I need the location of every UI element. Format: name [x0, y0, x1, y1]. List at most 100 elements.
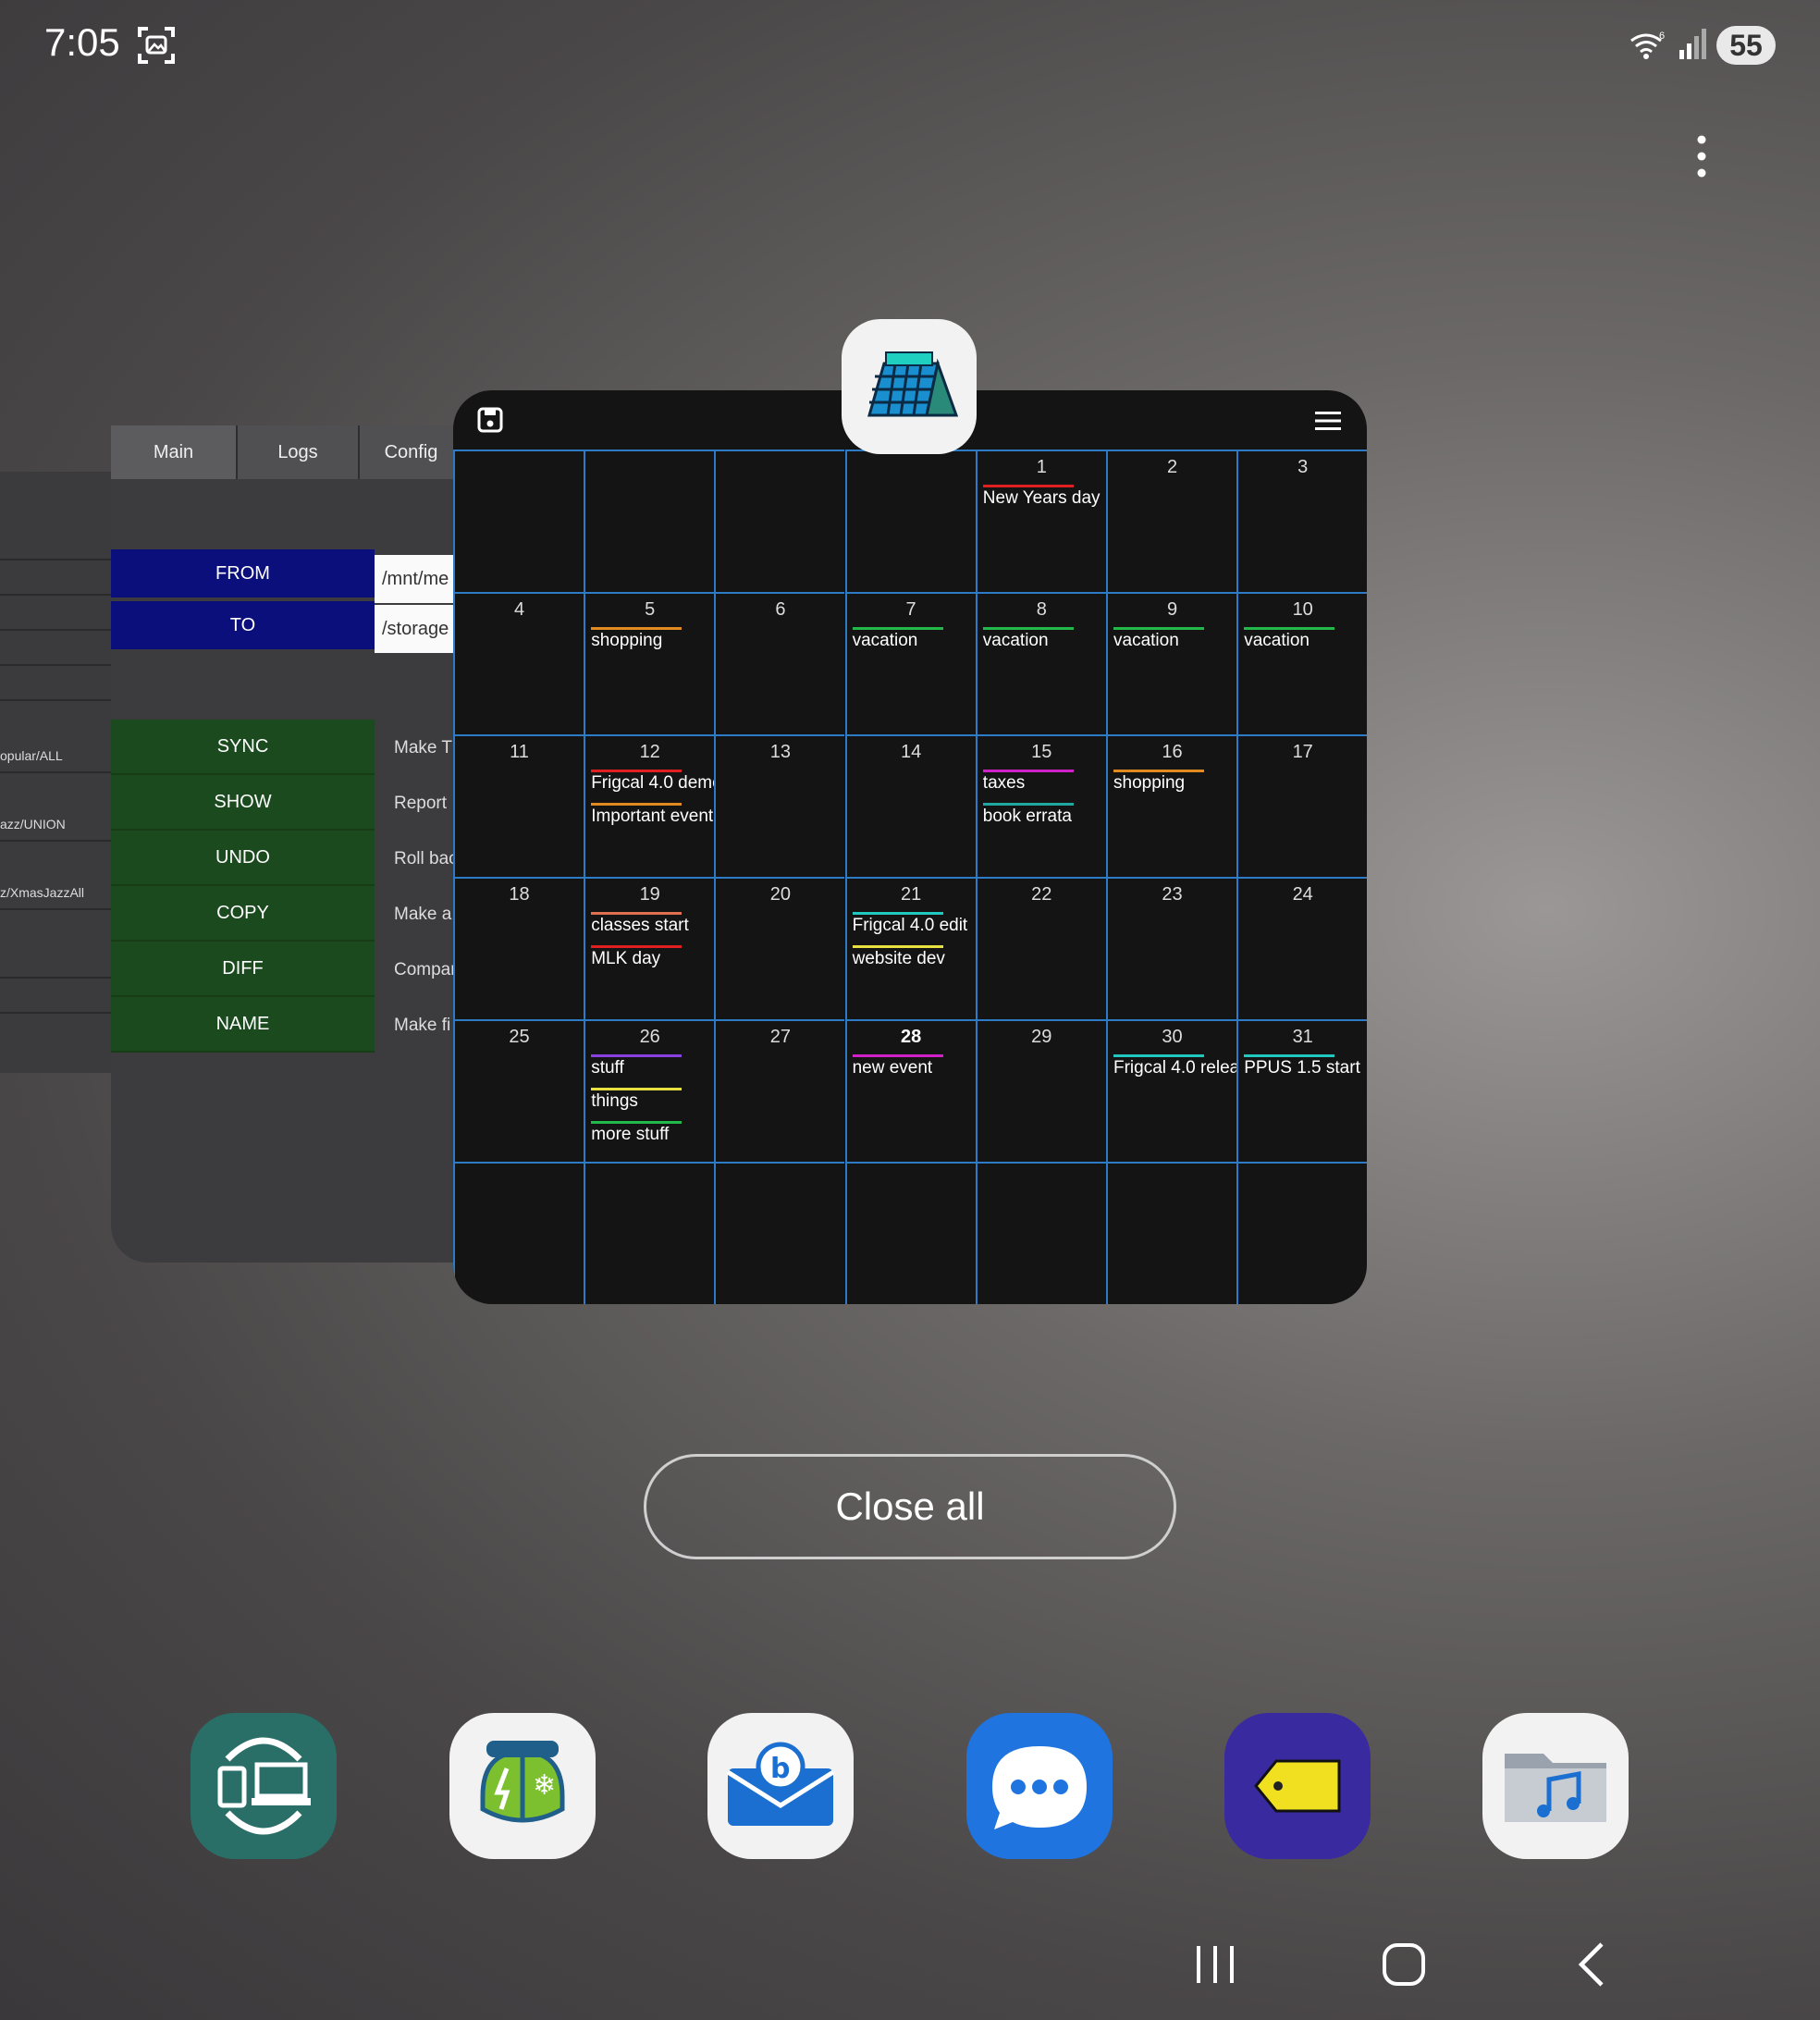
calendar-day-cell[interactable]: 19 classes start MLK day [584, 877, 715, 1019]
calendar-event[interactable]: PPUS 1.5 start [1242, 1054, 1367, 1080]
calendar-event[interactable]: Frigcal 4.0 edit [851, 912, 977, 938]
more-options-icon[interactable] [1691, 134, 1713, 179]
calendar-day-cell[interactable]: 30 Frigcal 4.0 release [1106, 1019, 1237, 1162]
calendar-event[interactable]: things [589, 1088, 715, 1114]
weather-app-icon[interactable]: ❄ [449, 1713, 596, 1859]
calendar-day-cell[interactable]: 14 [844, 734, 976, 877]
event-color-bar [591, 945, 682, 948]
calendar-day-cell[interactable]: 13 [714, 734, 845, 877]
calendar-day-cell[interactable]: 31 PPUS 1.5 start [1236, 1019, 1367, 1162]
calendar-event[interactable]: stuff [589, 1054, 715, 1080]
calendar-day-cell[interactable]: 10 vacation [1236, 592, 1367, 734]
calendar-day-cell[interactable]: 3 [1236, 450, 1367, 592]
calendar-day-cell[interactable]: 26 stuff things more stuff [584, 1019, 715, 1162]
calendar-day-cell[interactable]: 18 [453, 877, 584, 1019]
calendar-event[interactable]: shopping [1112, 770, 1237, 795]
calendar-event[interactable]: vacation [981, 627, 1107, 653]
calendar-day-cell[interactable] [584, 1162, 715, 1304]
event-title: more stuff [591, 1125, 670, 1144]
event-title: MLK day [591, 949, 661, 968]
calendar-day-cell[interactable]: 6 [714, 592, 845, 734]
day-number: 15 [1031, 742, 1052, 762]
calendar-day-cell[interactable]: 17 [1236, 734, 1367, 877]
name-description: Make fi [394, 1016, 451, 1035]
day-number: 11 [510, 742, 529, 762]
calendar-event[interactable]: Important event [589, 803, 715, 829]
hamburger-menu-icon[interactable] [1315, 411, 1341, 431]
calendar-day-cell[interactable]: 11 [453, 734, 584, 877]
calendar-day-cell[interactable]: 7 vacation [844, 592, 977, 734]
calendar-event[interactable]: Frigcal 4.0 release [1112, 1054, 1237, 1080]
calendar-event[interactable]: book errata [981, 803, 1107, 829]
music-folder-icon [1505, 1754, 1606, 1822]
calendar-day-cell[interactable]: 9 vacation [1106, 592, 1236, 734]
calendar-event[interactable]: New Years day [981, 485, 1107, 511]
calendar-day-cell[interactable]: 4 [453, 592, 584, 734]
calendar-day-cell[interactable]: 15 taxes book errata [975, 734, 1107, 877]
to-path-field[interactable]: /storage [375, 605, 462, 653]
calendar-event[interactable]: website dev [851, 945, 977, 971]
show-button[interactable]: SHOW [111, 775, 375, 831]
calendar-day-cell[interactable] [714, 1162, 845, 1304]
tab-config[interactable]: Config [360, 425, 464, 479]
calendar-app-card[interactable]: 1 New Years day 2 3 4 5 shopping 6 7 vacation 8 vac… [453, 390, 1367, 1304]
calendar-day-cell[interactable]: 2 [1106, 450, 1236, 592]
undo-button[interactable]: UNDO [111, 831, 375, 886]
calendar-event[interactable]: shopping [589, 627, 715, 653]
copy-button[interactable]: COPY [111, 886, 375, 942]
calendar-day-cell[interactable] [844, 1162, 976, 1304]
home-icon[interactable] [1378, 1939, 1430, 1990]
calendar-day-cell[interactable]: 12 Frigcal 4.0 demo Important event [584, 734, 715, 877]
calendar-day-cell[interactable]: 23 [1106, 877, 1236, 1019]
music-files-app-icon[interactable] [1482, 1713, 1629, 1859]
calendar-day-cell[interactable]: 28 new event [844, 1019, 977, 1162]
sync-button[interactable]: SYNC [111, 720, 375, 775]
calendar-event[interactable]: vacation [1112, 627, 1237, 653]
calendar-day-cell[interactable] [453, 450, 584, 592]
calendar-day-cell[interactable] [714, 450, 845, 592]
diff-button[interactable]: DIFF [111, 942, 375, 997]
calendar-day-cell[interactable]: 21 Frigcal 4.0 edit website dev [844, 877, 977, 1019]
calendar-event[interactable]: vacation [851, 627, 977, 653]
calendar-day-cell[interactable]: 1 New Years day [975, 450, 1107, 592]
tab-logs[interactable]: Logs [238, 425, 360, 479]
calendar-day-cell[interactable]: 29 [975, 1019, 1106, 1162]
calendar-day-cell[interactable] [453, 1162, 584, 1304]
calendar-event[interactable]: new event [851, 1054, 977, 1080]
calendar-day-cell[interactable] [1106, 1162, 1236, 1304]
list-item [0, 562, 111, 596]
calendar-day-cell[interactable]: 20 [714, 877, 845, 1019]
calendar-day-cell[interactable] [844, 450, 976, 592]
name-button[interactable]: NAME [111, 997, 375, 1053]
calendar-event[interactable]: Frigcal 4.0 demo [589, 770, 715, 795]
recents-icon[interactable] [1189, 1939, 1241, 1990]
from-path-field[interactable]: /mnt/me [375, 555, 462, 603]
calendar-day-cell[interactable]: 24 [1236, 877, 1367, 1019]
event-title: vacation [1244, 631, 1310, 650]
calendar-app-icon[interactable] [842, 319, 977, 454]
calendar-event[interactable]: vacation [1242, 627, 1367, 653]
calendar-event[interactable]: taxes [981, 770, 1107, 795]
calendar-day-cell[interactable] [975, 1162, 1106, 1304]
messages-app-icon[interactable] [966, 1713, 1113, 1859]
calendar-event[interactable]: MLK day [589, 945, 715, 971]
calendar-day-cell[interactable] [1236, 1162, 1367, 1304]
tab-main[interactable]: Main [111, 425, 238, 479]
calendar-day-cell[interactable]: 27 [714, 1019, 845, 1162]
calendar-day-cell[interactable]: 25 [453, 1019, 584, 1162]
calendar-day-cell[interactable]: 22 [975, 877, 1106, 1019]
tag-app-icon[interactable] [1224, 1713, 1371, 1859]
day-number: 28 [900, 1027, 922, 1047]
mail-app-icon[interactable]: b [707, 1713, 854, 1859]
calendar-day-cell[interactable]: 8 vacation [975, 592, 1107, 734]
calendar-event[interactable]: more stuff [589, 1121, 715, 1147]
back-icon[interactable] [1567, 1939, 1618, 1990]
calendar-day-cell[interactable] [584, 450, 715, 592]
calendar-event[interactable]: classes start [589, 912, 715, 938]
calendar-day-cell[interactable]: 5 shopping [584, 592, 715, 734]
close-all-button[interactable]: Close all [644, 1454, 1176, 1559]
calendar-day-cell[interactable]: 16 shopping [1106, 734, 1236, 877]
save-icon[interactable] [477, 407, 503, 433]
day-number: 30 [1162, 1027, 1183, 1047]
sync-app-icon[interactable] [191, 1713, 337, 1859]
